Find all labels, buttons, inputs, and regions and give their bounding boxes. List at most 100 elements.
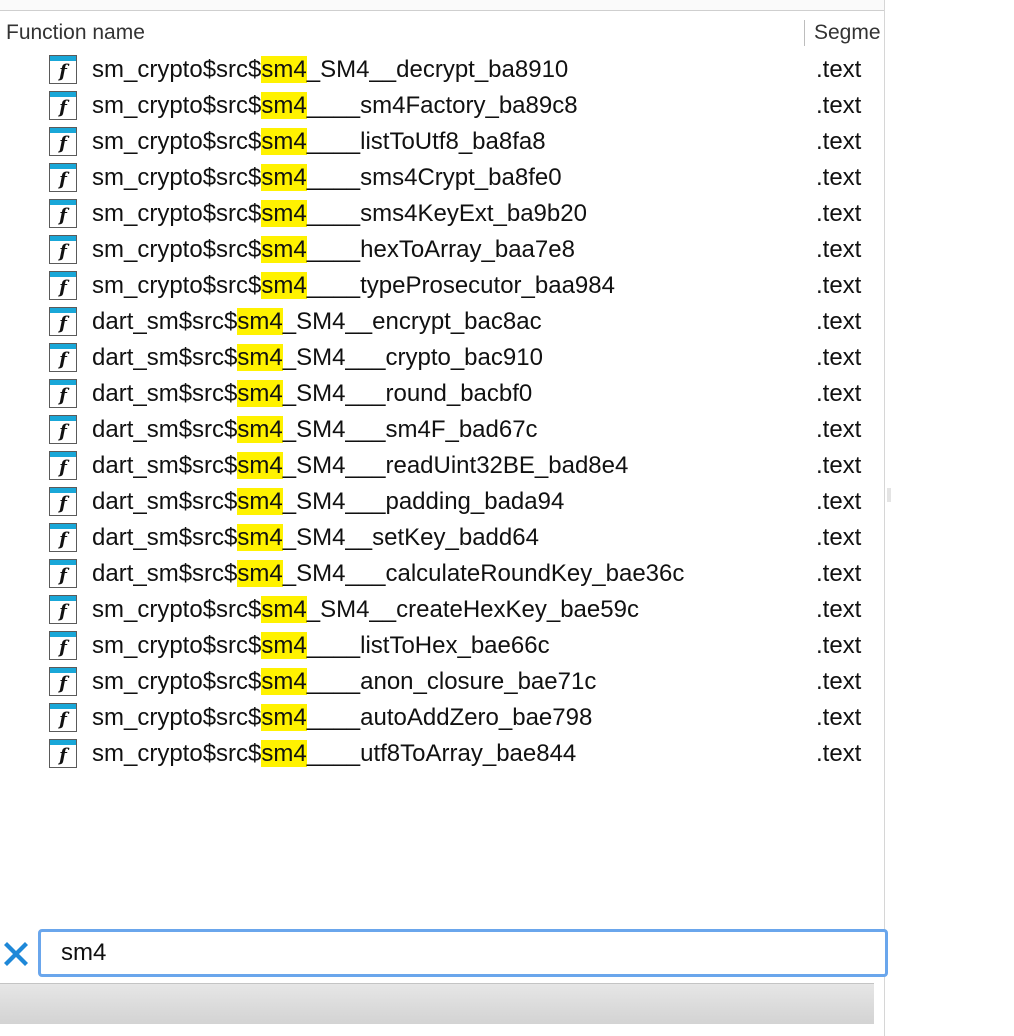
- function-icon-glyph: f: [59, 313, 67, 334]
- segment-cell: .text: [816, 632, 862, 659]
- function-icon-glyph: f: [59, 601, 67, 622]
- table-row[interactable]: f dart_sm$src$sm4_SM4___sm4F_bad67c .text: [0, 412, 884, 448]
- segment-cell: .text: [816, 416, 862, 443]
- search-match-highlight: sm4: [237, 488, 283, 515]
- table-row[interactable]: f dart_sm$src$sm4_SM4___crypto_bac910 .tex…: [0, 340, 884, 376]
- function-name-suffix: ____utf8ToArray_bae844: [306, 740, 577, 767]
- function-icon-glyph: f: [59, 205, 67, 226]
- function-list-panel: Function name Segme f sm_crypto$src$sm4_S…: [0, 0, 885, 1036]
- function-icon-glyph: f: [59, 385, 67, 406]
- table-row[interactable]: f dart_sm$src$sm4_SM4__setKey_badd64 .text: [0, 520, 884, 556]
- function-name-suffix: ____sms4KeyExt_ba9b20: [306, 200, 587, 227]
- function-name-cell: sm_crypto$src$sm4____autoAddZero_bae798: [92, 700, 592, 736]
- function-icon-glyph: f: [59, 61, 67, 82]
- function-name-cell: dart_sm$src$sm4_SM4___padding_bada94: [92, 484, 564, 520]
- column-header-segment[interactable]: Segme: [814, 12, 884, 52]
- function-name-suffix: ____autoAddZero_bae798: [306, 704, 593, 731]
- search-match-highlight: sm4: [261, 740, 307, 767]
- function-name-suffix: ____listToHex_bae66c: [306, 632, 550, 659]
- function-icon: f: [49, 343, 77, 372]
- function-icon: f: [49, 307, 77, 336]
- table-row[interactable]: f sm_crypto$src$sm4____sms4Crypt_ba8fe0 .t…: [0, 160, 884, 196]
- segment-cell: .text: [816, 488, 862, 515]
- function-name-prefix: dart_sm$src$: [92, 416, 238, 443]
- search-match-highlight: sm4: [261, 92, 307, 119]
- column-header-function-name[interactable]: Function name: [6, 12, 802, 52]
- function-icon: f: [49, 487, 77, 516]
- function-icon: f: [49, 739, 77, 768]
- search-match-highlight: sm4: [261, 596, 307, 623]
- search-match-highlight: sm4: [261, 272, 307, 299]
- table-row[interactable]: f sm_crypto$src$sm4____sm4Factory_ba89c8.…: [0, 88, 884, 124]
- function-icon-glyph: f: [59, 709, 67, 730]
- function-name-prefix: sm_crypto$src$: [92, 596, 262, 623]
- table-row[interactable]: f sm_crypto$src$sm4____listToUtf8_ba8fa8.…: [0, 124, 884, 160]
- function-name-cell: sm_crypto$src$sm4____anon_closure_bae71c: [92, 664, 596, 700]
- search-match-highlight: sm4: [237, 308, 283, 335]
- segment-cell: .text: [816, 236, 862, 263]
- function-name-cell: sm_crypto$src$sm4____listToUtf8_ba8fa8: [92, 124, 546, 160]
- function-name-prefix: sm_crypto$src$: [92, 128, 262, 155]
- function-name-cell: sm_crypto$src$sm4_SM4__createHexKey_bae5…: [92, 592, 639, 628]
- function-icon: f: [49, 415, 77, 444]
- function-name-cell: dart_sm$src$sm4_SM4__encrypt_bac8ac: [92, 304, 542, 340]
- function-icon-glyph: f: [59, 421, 67, 442]
- clear-filter-icon[interactable]: [2, 940, 30, 968]
- column-divider[interactable]: [804, 20, 805, 46]
- function-name-suffix: ____anon_closure_bae71c: [306, 668, 597, 695]
- function-name-prefix: sm_crypto$src$: [92, 740, 262, 767]
- table-row[interactable]: f dart_sm$src$sm4_SM4___readUint32BE_bad8…: [0, 448, 884, 484]
- function-icon: f: [49, 55, 77, 84]
- search-match-highlight: sm4: [237, 344, 283, 371]
- function-name-cell: dart_sm$src$sm4_SM4___crypto_bac910: [92, 340, 543, 376]
- table-row[interactable]: f sm_crypto$src$sm4____listToHex_bae66c .t…: [0, 628, 884, 664]
- status-bar: [0, 983, 874, 1024]
- function-name-cell: sm_crypto$src$sm4____utf8ToArray_bae844: [92, 736, 576, 772]
- function-icon: f: [49, 559, 77, 588]
- function-name-prefix: sm_crypto$src$: [92, 632, 262, 659]
- table-row[interactable]: f sm_crypto$src$sm4_SM4__createHexKey_bae…: [0, 592, 884, 628]
- search-input[interactable]: [38, 929, 888, 977]
- table-row[interactable]: f sm_crypto$src$sm4____autoAddZero_bae798…: [0, 700, 884, 736]
- function-name-cell: dart_sm$src$sm4_SM4__setKey_badd64: [92, 520, 539, 556]
- table-row[interactable]: f sm_crypto$src$sm4____typeProsecutor_baa…: [0, 268, 884, 304]
- function-icon: f: [49, 631, 77, 660]
- table-row[interactable]: f dart_sm$src$sm4_SM4___padding_bada94 .te…: [0, 484, 884, 520]
- panel-resize-handle[interactable]: [887, 488, 891, 502]
- table-row[interactable]: f sm_crypto$src$sm4____utf8ToArray_bae844…: [0, 736, 884, 772]
- segment-cell: .text: [816, 92, 862, 119]
- segment-cell: .text: [816, 164, 862, 191]
- function-name-prefix: dart_sm$src$: [92, 488, 238, 515]
- function-icon: f: [49, 127, 77, 156]
- function-name-suffix: _SM4___round_bacbf0: [282, 380, 533, 407]
- segment-cell: .text: [816, 128, 862, 155]
- function-name-suffix: _SM4__setKey_badd64: [282, 524, 539, 551]
- search-match-highlight: sm4: [261, 668, 307, 695]
- segment-cell: .text: [816, 344, 862, 371]
- segment-cell: .text: [816, 704, 862, 731]
- function-name-suffix: _SM4___padding_bada94: [282, 488, 565, 515]
- table-row[interactable]: f sm_crypto$src$sm4____sms4KeyExt_ba9b20.…: [0, 196, 884, 232]
- search-match-highlight: sm4: [261, 56, 307, 83]
- function-name-cell: dart_sm$src$sm4_SM4___round_bacbf0: [92, 376, 532, 412]
- table-row[interactable]: f dart_sm$src$sm4_SM4___round_bacbf0 .text: [0, 376, 884, 412]
- function-icon-glyph: f: [59, 493, 67, 514]
- function-name-cell: dart_sm$src$sm4_SM4___readUint32BE_bad8e…: [92, 448, 628, 484]
- search-match-highlight: sm4: [237, 452, 283, 479]
- segment-cell: .text: [816, 524, 862, 551]
- table-row[interactable]: f sm_crypto$src$sm4____anon_closure_bae71…: [0, 664, 884, 700]
- search-match-highlight: sm4: [261, 632, 307, 659]
- function-name-prefix: sm_crypto$src$: [92, 236, 262, 263]
- function-name-cell: sm_crypto$src$sm4____listToHex_bae66c: [92, 628, 550, 664]
- function-name-prefix: dart_sm$src$: [92, 524, 238, 551]
- table-row[interactable]: f dart_sm$src$sm4_SM4___calculateRoundKey…: [0, 556, 884, 592]
- table-row[interactable]: f sm_crypto$src$sm4____hexToArray_baa7e8.…: [0, 232, 884, 268]
- function-icon-glyph: f: [59, 169, 67, 190]
- table-row[interactable]: f sm_crypto$src$sm4_SM4__decrypt_ba8910 .t…: [0, 52, 884, 88]
- function-icon-glyph: f: [59, 457, 67, 478]
- table-row[interactable]: f dart_sm$src$sm4_SM4__encrypt_bac8ac .tex…: [0, 304, 884, 340]
- function-icon: f: [49, 523, 77, 552]
- segment-cell: .text: [816, 596, 862, 623]
- function-icon-glyph: f: [59, 529, 67, 550]
- segment-cell: .text: [816, 740, 862, 767]
